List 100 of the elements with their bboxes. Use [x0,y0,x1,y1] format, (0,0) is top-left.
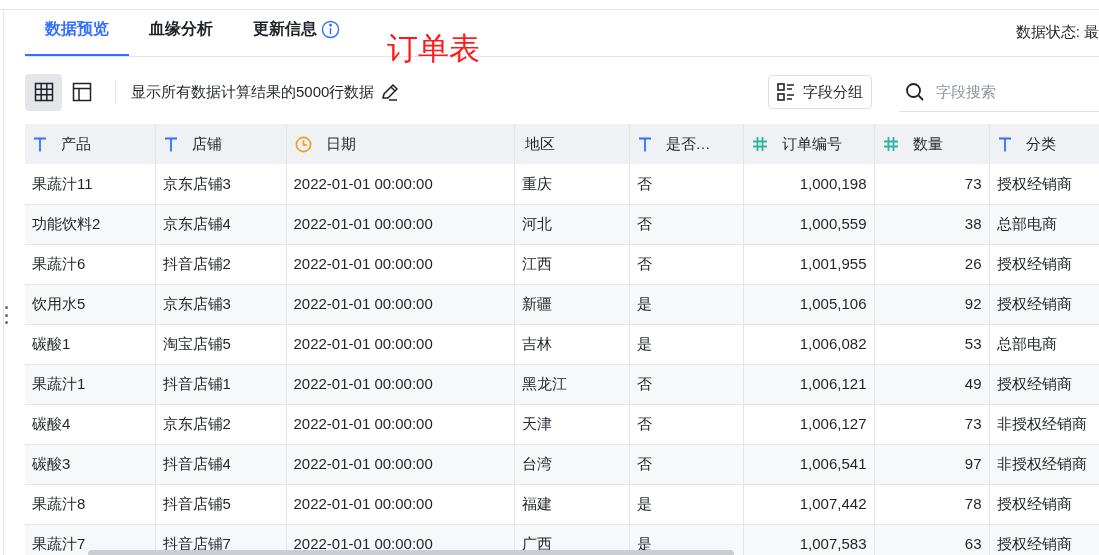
table-cell: 福建 [514,484,629,524]
table-cell: 是 [629,484,743,524]
table-cell: 2022-01-01 00:00:00 [286,324,514,364]
search-icon [905,82,925,102]
table-cell: 非授权经销商 [989,404,1099,444]
table-cell: 49 [874,364,989,404]
number-type-icon [882,136,899,152]
table-cell: 1,006,541 [743,444,874,484]
table-cell: 否 [629,244,743,284]
table-cell: 功能饮料2 [25,204,155,244]
table-cell: 淘宝店铺5 [155,324,286,364]
edit-icon[interactable] [380,82,401,102]
tab[interactable]: 数据预览 [25,4,129,56]
table-cell: 京东店铺3 [155,284,286,324]
text-type-icon [637,136,652,152]
table-cell: 2022-01-01 00:00:00 [286,164,514,204]
grid-icon [33,82,54,102]
table-cell: 1,007,583 [743,524,874,555]
table-cell: 1,000,559 [743,204,874,244]
field-group-button[interactable]: 字段分组 [768,75,872,109]
table-cell: 重庆 [514,164,629,204]
table-cell: 抖音店铺5 [155,484,286,524]
search-field[interactable]: 字段搜索 [899,72,1099,112]
tab[interactable]: 更新信息 [233,4,360,56]
text-type-icon [163,136,178,152]
table-cell: 京东店铺4 [155,204,286,244]
column-header[interactable]: 订单编号 [781,132,842,156]
table-cell: 非授权经销商 [989,444,1099,484]
table-cell: 26 [874,244,989,284]
table-cell: 2022-01-01 00:00:00 [286,484,514,524]
clock-icon [294,135,312,153]
table-cell: 授权经销商 [989,524,1099,555]
table-cell: 抖音店铺2 [155,244,286,284]
table-cell: 1,006,127 [743,404,874,444]
table-cell: 1,005,106 [743,284,874,324]
table-cell: 总部电商 [989,324,1099,364]
data-status: 数据状态: 最 [1015,22,1099,42]
grid-view-button[interactable] [25,73,62,111]
column-header[interactable]: 店铺 [191,132,222,156]
table-cell: 授权经销商 [989,164,1099,204]
table-cell: 1,000,198 [743,164,874,204]
table-cell: 否 [629,404,743,444]
table-cell: 2022-01-01 00:00:00 [286,284,514,324]
drag-handle-icon[interactable] [4,306,8,324]
layout-icon [71,82,92,102]
table-cell: 果蔬汁11 [25,164,155,204]
table-cell: 2022-01-01 00:00:00 [286,244,514,284]
column-header[interactable]: 地区 [522,132,555,156]
table-cell: 授权经销商 [989,364,1099,404]
table-cell: 1,006,082 [743,324,874,364]
table-cell: 1,001,955 [743,244,874,284]
text-type-icon [997,136,1012,152]
table-cell: 黑龙江 [514,364,629,404]
table-cell: 江西 [514,244,629,284]
table-cell: 碳酸4 [25,404,155,444]
table-cell: 京东店铺2 [155,404,286,444]
table-cell: 果蔬汁6 [25,244,155,284]
table-cell: 碳酸1 [25,324,155,364]
table-cell: 92 [874,284,989,324]
summary-text: 显示所有数据计算结果的5000行数据 [131,81,375,102]
column-header[interactable]: 产品 [61,132,91,156]
info-icon[interactable] [321,19,340,39]
table-cell: 京东店铺3 [155,164,286,204]
number-type-icon [751,136,768,152]
table-cell: 果蔬汁8 [25,484,155,524]
group-icon [777,83,795,101]
table-cell: 2022-01-01 00:00:00 [286,364,514,404]
column-header[interactable]: 日期 [325,132,356,156]
table-cell: 否 [629,204,743,244]
table-cell: 台湾 [514,444,629,484]
table-cell: 38 [874,204,989,244]
table-cell: 授权经销商 [989,284,1099,324]
table-cell: 河北 [514,204,629,244]
table-cell: 饮用水5 [25,284,155,324]
column-header[interactable]: 数量 [912,132,943,156]
table-cell: 53 [874,324,989,364]
table-cell: 否 [629,364,743,404]
table-cell: 73 [874,404,989,444]
table-title: 订单表 [387,33,480,64]
table-cell: 2022-01-01 00:00:00 [286,444,514,484]
table-cell: 否 [629,164,743,204]
table-cell: 天津 [514,404,629,444]
table-cell: 是 [629,284,743,324]
table-cell: 2022-01-01 00:00:00 [286,404,514,444]
table-cell: 1,007,442 [743,484,874,524]
column-header[interactable]: 分类 [1025,132,1056,156]
table-cell: 果蔬汁1 [25,364,155,404]
table-cell: 73 [874,164,989,204]
text-type-icon [33,136,47,152]
table-cell: 否 [629,444,743,484]
tab[interactable]: 血缘分析 [129,4,233,56]
table-cell: 2022-01-01 00:00:00 [286,204,514,244]
table-cell: 授权经销商 [989,484,1099,524]
column-header[interactable]: 是否… [665,132,711,156]
table-cell: 新疆 [514,284,629,324]
table-cell: 授权经销商 [989,244,1099,284]
table-cell: 97 [874,444,989,484]
table-cell: 吉林 [514,324,629,364]
table-cell: 是 [629,324,743,364]
table-cell: 总部电商 [989,204,1099,244]
